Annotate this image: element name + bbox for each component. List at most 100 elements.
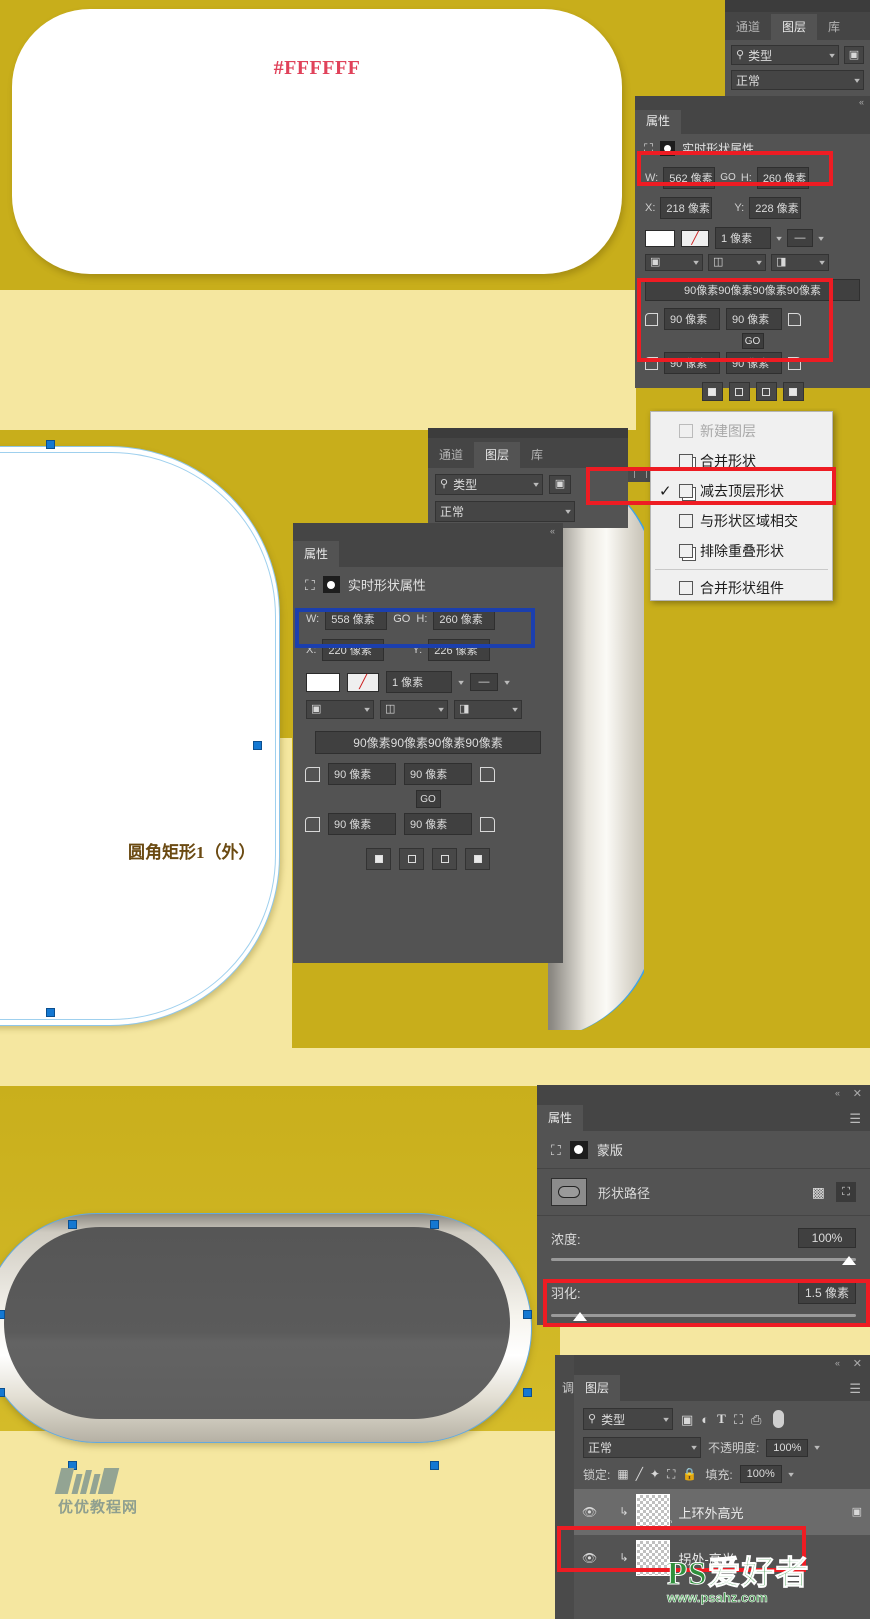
density-input[interactable]: 100% (798, 1228, 856, 1248)
exclude-overlapping-shapes-button[interactable] (782, 382, 804, 401)
fill-swatch[interactable] (306, 672, 340, 692)
stroke-style-select[interactable]: — (787, 229, 814, 247)
mask-icon[interactable] (322, 576, 340, 593)
eye-icon[interactable]: 👁 (582, 1552, 597, 1564)
corner-top-right-input[interactable]: 90 像素 (404, 763, 472, 785)
fill-input[interactable]: 100% (739, 1465, 782, 1483)
menu-item-combine-shapes[interactable]: 合并形状 (651, 446, 832, 476)
link-corners-icon[interactable]: GO (741, 333, 764, 349)
stroke-width-input[interactable]: 1 像素 (386, 671, 452, 693)
width-input[interactable]: 562 像素 (663, 167, 716, 189)
layer-filter-select-middle[interactable]: ⚲ 类型 ▾ (435, 474, 543, 495)
layer-thumbnail[interactable]: ⛶ (636, 1494, 671, 1531)
artboard-lock-icon[interactable]: ⛶ (667, 1468, 675, 1480)
corner-summary-input[interactable]: 90像素90像素90像素90像素 (315, 731, 541, 754)
collapse-icon[interactable]: « (550, 526, 555, 536)
filter-adjustment-icon[interactable]: ◐ (701, 1413, 709, 1426)
feather-slider-handle[interactable] (573, 1312, 587, 1321)
close-icon[interactable]: ✕ (853, 1087, 862, 1100)
table-row[interactable]: 👁 ↳ ⛶ 上环外高光 ▣ (574, 1489, 870, 1535)
stroke-align-select[interactable]: ▣ ▾ (645, 254, 703, 271)
subtract-front-shape-button[interactable] (728, 382, 750, 401)
tab-library[interactable]: 库 (817, 14, 851, 40)
chevron-down-icon[interactable]: ▾ (818, 234, 824, 243)
move-lock-icon[interactable]: ✦ (650, 1468, 660, 1480)
filter-shape-icon[interactable]: ⛶ (734, 1413, 743, 1426)
path-anchor-point[interactable] (0, 1310, 5, 1319)
blend-mode-select-top[interactable]: 正常 ▾ (731, 70, 864, 90)
corner-top-right-input[interactable]: 90 像素 (726, 308, 782, 330)
density-slider-handle[interactable] (842, 1256, 856, 1265)
layer-thumbnail[interactable]: ⛶ (636, 1540, 671, 1577)
eye-icon[interactable]: 👁 (582, 1506, 597, 1518)
layer-filter-select-top[interactable]: ⚲ 类型 ▾ (731, 45, 839, 65)
corner-bottom-right-input[interactable]: 90 像素 (726, 352, 782, 374)
tab-library[interactable]: 库 (520, 442, 554, 468)
x-input[interactable]: 220 像素 (322, 639, 385, 661)
stroke-style-select[interactable]: — (470, 673, 499, 691)
stroke-width-input[interactable]: 1 像素 (715, 227, 771, 249)
blend-mode-select-middle[interactable]: 正常 ▾ (435, 501, 575, 522)
mask-icon[interactable] (660, 141, 676, 156)
intersect-shape-areas-button[interactable] (755, 382, 777, 401)
chevron-down-icon[interactable]: ▾ (815, 1443, 821, 1452)
menu-item-intersect-shape-areas[interactable]: 与形状区域相交 (651, 506, 832, 536)
fill-swatch[interactable] (645, 229, 675, 247)
shape-path-thumbnail[interactable] (551, 1178, 587, 1206)
shape-transform-icon[interactable]: ⛶ (305, 578, 315, 592)
exclude-overlapping-shapes-button[interactable] (465, 848, 490, 870)
tab-channels[interactable]: 通道 (428, 442, 474, 468)
height-input[interactable]: 260 像素 (756, 167, 809, 189)
blend-mode-select-bottom[interactable]: 正常 ▾ (583, 1437, 701, 1458)
path-anchor-point[interactable] (0, 1388, 5, 1397)
tab-properties[interactable]: 属性 (537, 1105, 584, 1131)
tab-layers[interactable]: 图层 (771, 14, 818, 40)
height-input[interactable]: 260 像素 (433, 608, 496, 630)
feather-slider[interactable] (551, 1311, 856, 1323)
path-anchor-point[interactable] (523, 1388, 532, 1397)
combine-shapes-button[interactable] (366, 848, 391, 870)
path-anchor-point[interactable] (253, 741, 262, 750)
link-corners-icon[interactable]: GO (415, 790, 441, 808)
tab-properties[interactable]: 属性 (293, 541, 340, 567)
link-size-icon[interactable]: GO (720, 173, 736, 183)
corner-top-left-input[interactable]: 90 像素 (664, 308, 720, 330)
stroke-swatch[interactable]: ╱ (347, 672, 379, 692)
collapse-icon[interactable]: « (835, 1088, 840, 1098)
adjustments-tab-collapsed[interactable]: 调 (562, 1379, 574, 1396)
tab-layers[interactable]: 图层 (474, 442, 521, 468)
path-anchor-point[interactable] (46, 1008, 55, 1017)
stroke-corner-select[interactable]: ◨ ▾ (771, 254, 829, 271)
path-anchor-point[interactable] (68, 1220, 77, 1229)
mask-options-icon[interactable]: ⛶ (836, 1182, 856, 1202)
y-input[interactable]: 228 像素 (749, 197, 802, 219)
filter-image-icon[interactable]: ▣ (549, 475, 571, 494)
intersect-shape-areas-button[interactable] (432, 848, 457, 870)
layer-link-icon[interactable]: ▣ (852, 1506, 862, 1518)
shape-transform-icon[interactable]: ⛶ (644, 142, 653, 155)
tab-channels[interactable]: 通道 (725, 14, 771, 40)
stroke-align-select[interactable]: ▣ ▾ (306, 700, 374, 719)
layer-filter-select-bottom[interactable]: ⚲ 类型 ▾ (583, 1408, 673, 1430)
density-slider[interactable] (551, 1255, 856, 1267)
stroke-swatch[interactable]: ╱ (681, 229, 709, 247)
path-anchor-point[interactable] (523, 1310, 532, 1319)
path-anchor-point[interactable] (430, 1220, 439, 1229)
corner-summary-input[interactable]: 90像素90像素90像素90像素 (645, 279, 860, 301)
opacity-input[interactable]: 100% (766, 1438, 809, 1457)
mask-icon[interactable] (569, 1140, 588, 1159)
all-lock-icon[interactable]: 🔒 (682, 1468, 697, 1480)
tab-properties[interactable]: 属性 (635, 108, 682, 134)
layer-name[interactable]: 上环外高光 (678, 1503, 843, 1522)
stroke-cap-select[interactable]: ◫ ▾ (708, 254, 766, 271)
stroke-cap-select[interactable]: ◫ ▾ (380, 700, 448, 719)
filter-smart-object-icon[interactable]: ⎙ (751, 1413, 761, 1426)
menu-item-subtract-front-shape[interactable]: ✓ 减去顶层形状 (651, 476, 832, 506)
panel-menu-icon[interactable]: ☰ (849, 1381, 861, 1397)
metal-pill-shape[interactable] (0, 1213, 542, 1448)
combine-shapes-button[interactable] (701, 382, 723, 401)
y-input[interactable]: 226 像素 (428, 639, 491, 661)
corner-bottom-left-input[interactable]: 90 像素 (328, 813, 396, 835)
feather-input[interactable]: 1.5 像素 (798, 1281, 856, 1304)
subtract-front-shape-button[interactable] (399, 848, 424, 870)
